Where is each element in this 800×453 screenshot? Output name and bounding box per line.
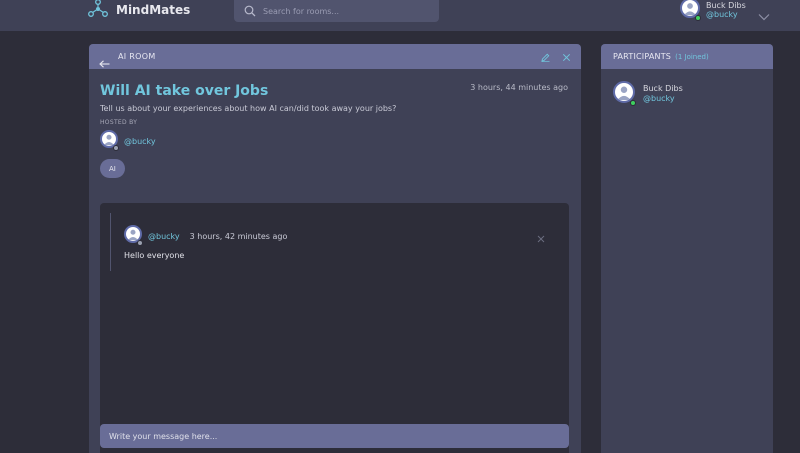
avatar[interactable] [680, 0, 701, 22]
participants-panel: PARTICIPANTS (1 Joined) Buck Dibs @bucky [601, 44, 773, 453]
message-status-icon [137, 240, 143, 246]
participant-name: Buck Dibs [643, 84, 683, 93]
host-status-icon [113, 145, 119, 151]
participant-status-icon [630, 100, 636, 106]
participant-avatar[interactable] [613, 81, 636, 107]
edit-icon[interactable] [541, 47, 550, 66]
message-body: Hello everyone [124, 251, 185, 260]
room-header: AI ROOM [89, 44, 581, 69]
chevron-down-icon[interactable] [758, 6, 770, 21]
logo-link[interactable]: MindMates [88, 0, 190, 20]
user-menu[interactable]: Buck Dibs @bucky [680, 0, 770, 22]
room-title: Will AI take over Jobs [100, 83, 269, 99]
room-description: Tell us about your experiences about how… [100, 104, 397, 113]
participants-title: PARTICIPANTS [613, 52, 672, 61]
message-author[interactable]: @bucky [148, 232, 180, 241]
back-arrow-icon[interactable] [99, 53, 110, 68]
message-composer [100, 424, 569, 448]
room-created-time: 3 hours, 44 minutes ago [470, 83, 568, 92]
user-handle: @bucky [706, 10, 738, 19]
message-input[interactable] [109, 431, 549, 441]
message-avatar[interactable] [124, 225, 143, 247]
room-header-label: AI ROOM [118, 52, 156, 61]
participants-header: PARTICIPANTS (1 Joined) [601, 44, 773, 69]
participant-handle[interactable]: @bucky [643, 94, 683, 104]
search-bar [234, 0, 439, 22]
host-handle[interactable]: @bucky [124, 137, 156, 146]
host-link[interactable]: @bucky [100, 130, 156, 152]
online-status-icon [695, 15, 701, 21]
close-icon[interactable] [562, 47, 571, 66]
app-name: MindMates [116, 3, 191, 17]
topic-tag[interactable]: AI [100, 159, 125, 178]
conversation-thread: @bucky 3 hours, 42 minutes ago Hello eve… [100, 203, 569, 453]
participants-count: (1 Joined) [675, 52, 709, 61]
message-time: 3 hours, 42 minutes ago [189, 231, 288, 241]
message-item: @bucky 3 hours, 42 minutes ago Hello eve… [110, 213, 559, 271]
host-avatar[interactable] [100, 130, 119, 152]
top-navbar: MindMates Buck Dibs @bucky [0, 0, 800, 31]
search-icon [244, 2, 256, 21]
user-name: Buck Dibs [706, 1, 746, 10]
search-input[interactable] [263, 6, 423, 16]
delete-message-icon[interactable] [537, 228, 545, 243]
hosted-by-label: HOSTED BY [100, 119, 138, 126]
room-panel: AI ROOM Will AI take over Jobs 3 hours, … [89, 44, 581, 453]
participant-item[interactable]: Buck Dibs @bucky [613, 81, 683, 107]
logo-icon [88, 0, 108, 21]
